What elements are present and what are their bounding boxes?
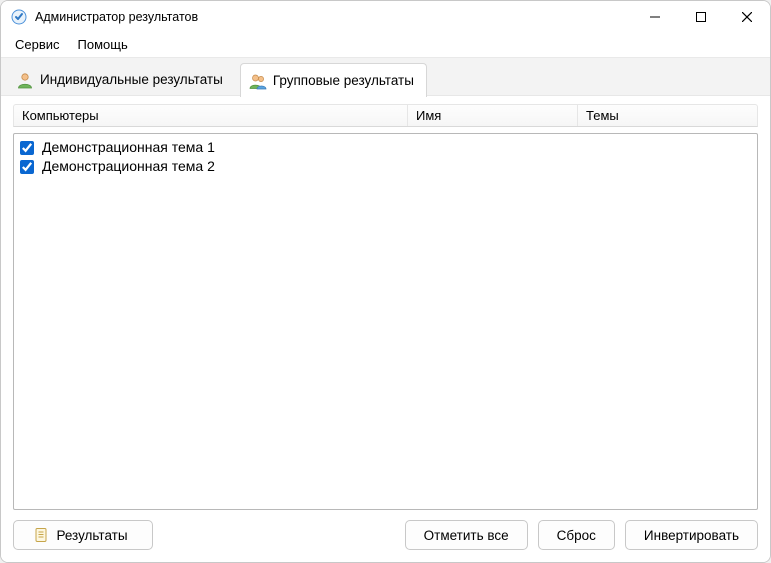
tab-toolbar: Индивидуальные результаты Групповые резу…: [1, 58, 770, 96]
item-checkbox[interactable]: [20, 160, 34, 174]
results-button[interactable]: Результаты: [13, 520, 153, 550]
maximize-button[interactable]: [678, 1, 724, 33]
tab-label: Индивидуальные результаты: [40, 72, 223, 87]
list-item[interactable]: Демонстрационная тема 1: [20, 138, 751, 157]
window: Администратор результатов Сервис Помощь …: [0, 0, 771, 563]
reset-button[interactable]: Сброс: [538, 520, 615, 550]
column-headers: Компьютеры Имя Темы: [13, 104, 758, 127]
app-icon: [11, 9, 27, 25]
button-label: Результаты: [56, 528, 127, 543]
minimize-button[interactable]: [632, 1, 678, 33]
menubar: Сервис Помощь: [1, 33, 770, 58]
column-themes[interactable]: Темы: [578, 105, 757, 126]
menu-service[interactable]: Сервис: [7, 35, 68, 54]
item-label: Демонстрационная тема 2: [42, 157, 215, 176]
button-bar: Результаты Отметить все Сброс Инвертиров…: [13, 520, 758, 550]
column-computers[interactable]: Компьютеры: [14, 105, 408, 126]
menu-help[interactable]: Помощь: [70, 35, 136, 54]
tab-group-results[interactable]: Групповые результаты: [240, 63, 427, 97]
item-label: Демонстрационная тема 1: [42, 138, 215, 157]
tab-label: Групповые результаты: [273, 73, 414, 88]
button-label: Сброс: [557, 528, 596, 543]
item-checkbox[interactable]: [20, 141, 34, 155]
person-icon: [16, 71, 34, 89]
group-icon: [249, 72, 267, 90]
list-item[interactable]: Демонстрационная тема 2: [20, 157, 751, 176]
content-area: Компьютеры Имя Темы Демонстрационная тем…: [1, 96, 770, 562]
close-button[interactable]: [724, 1, 770, 33]
invert-button[interactable]: Инвертировать: [625, 520, 758, 550]
button-label: Отметить все: [424, 528, 509, 543]
themes-list[interactable]: Демонстрационная тема 1 Демонстрационная…: [13, 133, 758, 510]
tab-individual-results[interactable]: Индивидуальные результаты: [7, 62, 236, 96]
titlebar: Администратор результатов: [1, 1, 770, 33]
mark-all-button[interactable]: Отметить все: [405, 520, 528, 550]
button-label: Инвертировать: [644, 528, 739, 543]
column-name[interactable]: Имя: [408, 105, 578, 126]
results-icon: [34, 527, 50, 543]
window-title: Администратор результатов: [35, 10, 198, 24]
